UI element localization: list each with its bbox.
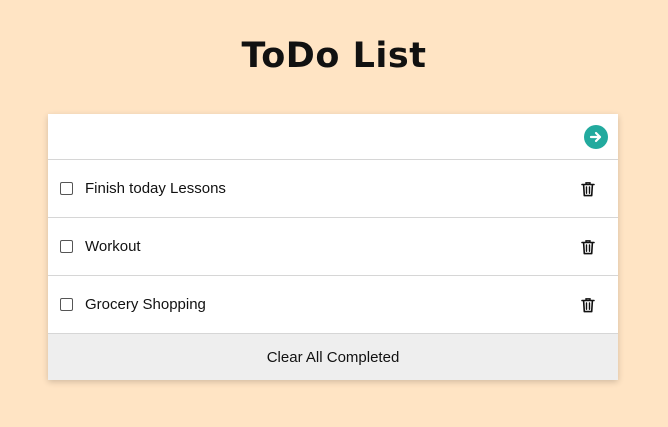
trash-icon bbox=[581, 297, 595, 312]
todo-item: Grocery Shopping bbox=[48, 276, 618, 334]
todo-item: Workout bbox=[48, 218, 618, 276]
todo-label: Grocery Shopping bbox=[85, 296, 206, 313]
todo-checkbox[interactable] bbox=[60, 240, 73, 253]
delete-todo-button[interactable] bbox=[578, 295, 598, 315]
trash-icon bbox=[581, 239, 595, 254]
clear-completed-button[interactable]: Clear All Completed bbox=[48, 334, 618, 380]
new-todo-row bbox=[48, 114, 618, 160]
delete-todo-button[interactable] bbox=[578, 237, 598, 257]
arrow-right-circle-icon bbox=[589, 131, 602, 143]
todo-checkbox[interactable] bbox=[60, 182, 73, 195]
delete-todo-button[interactable] bbox=[578, 179, 598, 199]
trash-icon bbox=[581, 181, 595, 196]
todo-label: Workout bbox=[85, 238, 141, 255]
new-todo-input[interactable] bbox=[48, 114, 568, 159]
todo-item: Finish today Lessons bbox=[48, 160, 618, 218]
add-todo-button[interactable] bbox=[584, 125, 608, 149]
todo-checkbox[interactable] bbox=[60, 298, 73, 311]
page-title: ToDo List bbox=[241, 36, 427, 76]
todo-label: Finish today Lessons bbox=[85, 180, 226, 197]
todo-card: Finish today Lessons Workout Grocery Sho… bbox=[48, 114, 618, 380]
